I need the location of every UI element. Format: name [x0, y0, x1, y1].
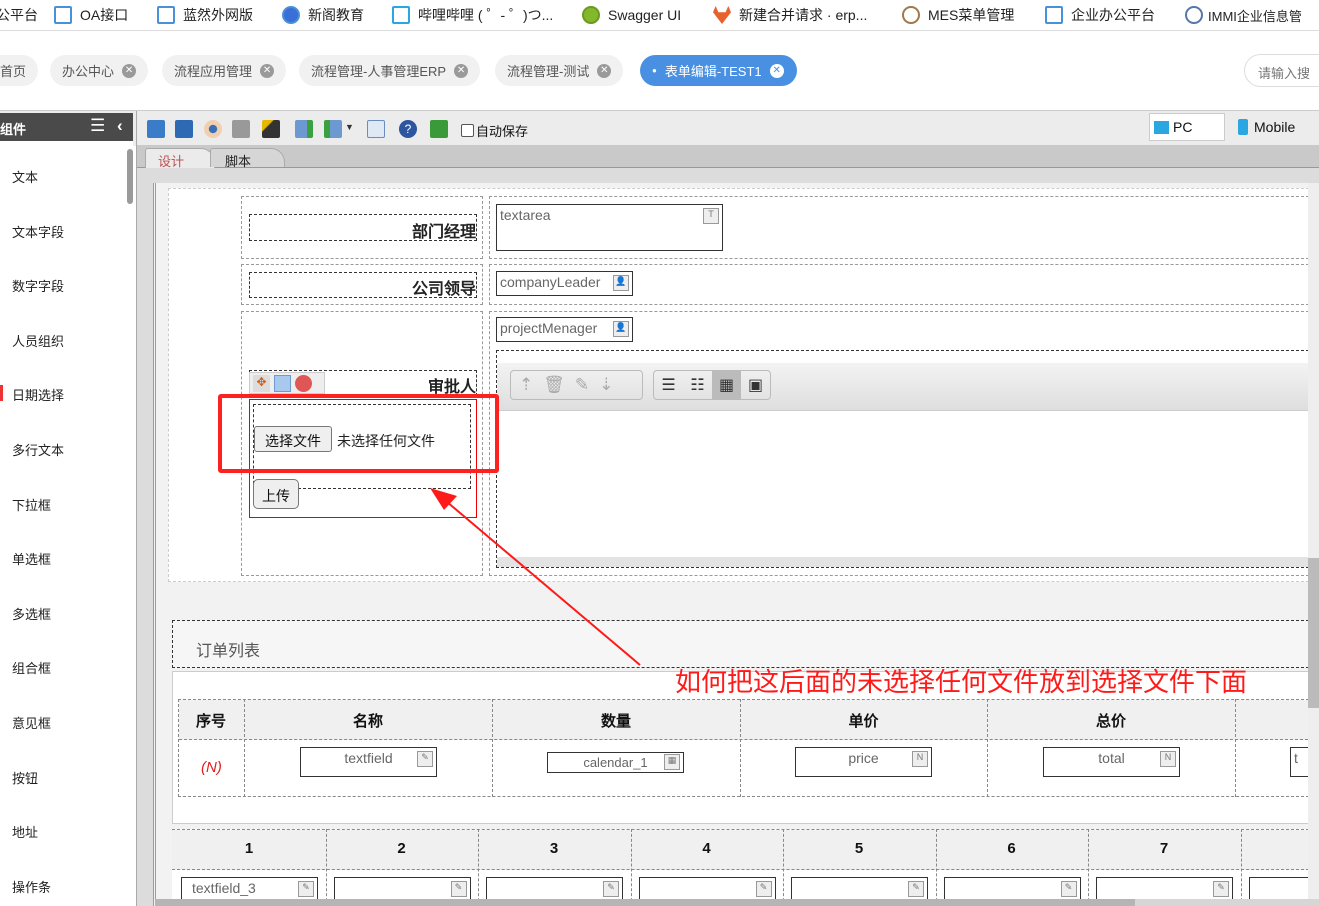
arrow-line	[439, 495, 641, 666]
annotation-text: 如何把这后面的未选择任何文件放到选择文件下面	[675, 667, 1248, 697]
annotation-arrow	[430, 488, 641, 666]
